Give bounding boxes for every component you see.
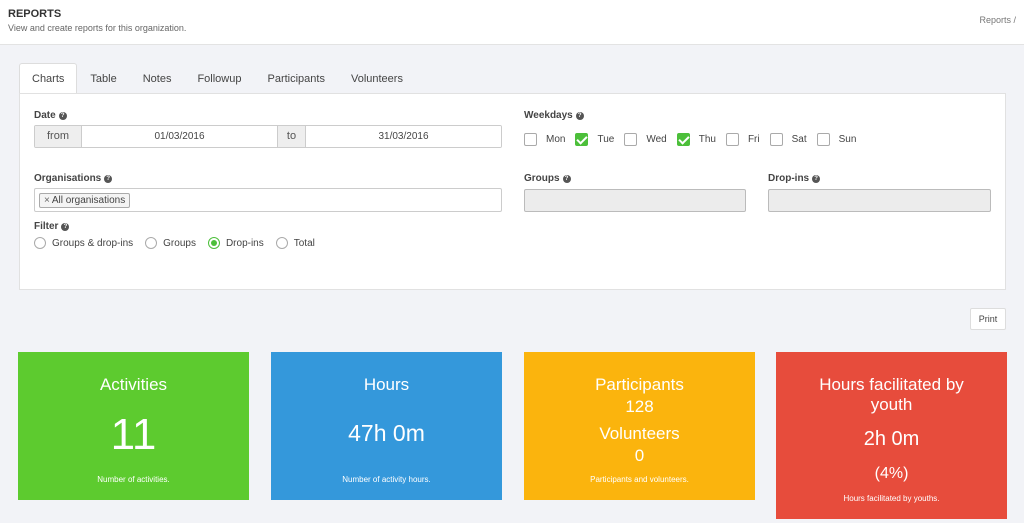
weekdays-label: Weekdays? [524, 110, 584, 121]
youth-footer: Hours facilitated by youths. [843, 494, 940, 503]
help-icon[interactable]: ? [812, 175, 821, 183]
filter-groups-dropins[interactable]: Groups & drop-ins [34, 237, 133, 249]
activities-footer: Number of activities. [97, 475, 170, 484]
date-label: Date? [34, 110, 67, 121]
youth-hours-value: 2h 0m [863, 428, 920, 450]
weekday-wed[interactable]: Wed [624, 133, 667, 146]
youth-hours-card: Hours facilitated by youth 2h 0m (4%) Ho… [776, 352, 1007, 519]
radio[interactable] [34, 237, 46, 249]
tab-notes[interactable]: Notes [130, 63, 185, 94]
hours-title: Hours [363, 375, 410, 394]
filter-radios: Groups & drop-ins Groups Drop-ins Total [34, 237, 327, 249]
youth-title-line1: Hours facilitated by [819, 375, 964, 394]
tab-volunteers[interactable]: Volunteers [338, 63, 416, 94]
tab-table[interactable]: Table [77, 63, 129, 94]
checkbox-checked[interactable] [575, 133, 589, 146]
organisations-label: Organisations? [34, 173, 113, 184]
organisations-select[interactable]: × All organisations [34, 188, 502, 212]
participants-value: 128 [625, 397, 654, 416]
checkbox[interactable] [816, 133, 830, 146]
organisation-tag[interactable]: × All organisations [39, 193, 131, 208]
radio-selected[interactable] [207, 237, 220, 249]
weekday-sun[interactable]: Sun [816, 133, 856, 146]
hours-value: 47h 0m [348, 420, 425, 446]
checkbox-checked[interactable] [676, 133, 690, 146]
checkbox[interactable] [524, 133, 537, 146]
page-header: REPORTS View and create reports for this… [0, 0, 1024, 45]
activities-title: Activities [99, 375, 168, 394]
from-addon: from [35, 126, 81, 147]
participants-card: Participants 128 Volunteers 0 Participan… [524, 352, 755, 500]
to-date-input[interactable]: 31/03/2016 [305, 126, 501, 147]
radio[interactable] [145, 237, 158, 249]
breadcrumb[interactable]: Reports / [979, 15, 1016, 25]
weekday-thu[interactable]: Thu [676, 133, 716, 146]
page-title: REPORTS [8, 8, 62, 20]
activities-card: Activities 11 Number of activities. [18, 352, 249, 500]
to-addon: to [278, 126, 305, 147]
volunteers-value: 0 [634, 446, 645, 465]
radio[interactable] [275, 237, 288, 249]
tab-followup[interactable]: Followup [184, 63, 254, 94]
weekday-fri[interactable]: Fri [725, 133, 760, 146]
weekday-sat[interactable]: Sat [769, 133, 807, 146]
filter-dropins[interactable]: Drop-ins [207, 237, 264, 249]
checkbox[interactable] [769, 133, 783, 146]
help-icon[interactable]: ? [58, 112, 67, 120]
checkbox[interactable] [725, 133, 739, 146]
volunteers-title: Volunteers [599, 424, 680, 443]
weekday-mon[interactable]: Mon [524, 133, 565, 146]
tab-participants[interactable]: Participants [254, 63, 337, 94]
participants-title: Participants [595, 375, 684, 394]
tab-charts[interactable]: Charts [19, 63, 78, 94]
help-icon[interactable]: ? [575, 112, 584, 120]
dropins-label: Drop-ins? [768, 173, 821, 184]
remove-icon[interactable]: × [44, 195, 50, 206]
weekday-checkboxes: Mon Tue Wed Thu Fri Sat Sun [524, 133, 866, 146]
people-footer: Participants and volunteers. [590, 475, 689, 484]
page-subtitle: View and create reports for this organiz… [8, 23, 187, 33]
filter-groups[interactable]: Groups [145, 237, 196, 249]
filter-panel: Date? from 01/03/2016 to 31/03/2016 Week… [19, 93, 1006, 290]
help-icon[interactable]: ? [61, 223, 70, 231]
groups-label: Groups? [524, 173, 571, 184]
youth-title-line2: youth [870, 395, 913, 414]
checkbox[interactable] [624, 133, 638, 146]
from-date-input[interactable]: 01/03/2016 [81, 126, 278, 147]
help-icon[interactable]: ? [104, 175, 113, 183]
activities-value: 11 [110, 410, 157, 459]
filter-label: Filter? [34, 221, 70, 232]
hours-card: Hours 47h 0m Number of activity hours. [271, 352, 502, 500]
weekday-tue[interactable]: Tue [575, 133, 614, 146]
filter-total[interactable]: Total [275, 237, 315, 249]
report-tabs: Charts Table Notes Followup Participants… [19, 63, 416, 94]
youth-hours-percent: (4%) [874, 465, 909, 482]
print-button[interactable]: Print [970, 308, 1006, 330]
groups-select[interactable] [524, 189, 746, 212]
date-range: from 01/03/2016 to 31/03/2016 [34, 125, 502, 148]
hours-footer: Number of activity hours. [342, 475, 431, 484]
dropins-select[interactable] [768, 189, 991, 212]
help-icon[interactable]: ? [562, 175, 571, 183]
